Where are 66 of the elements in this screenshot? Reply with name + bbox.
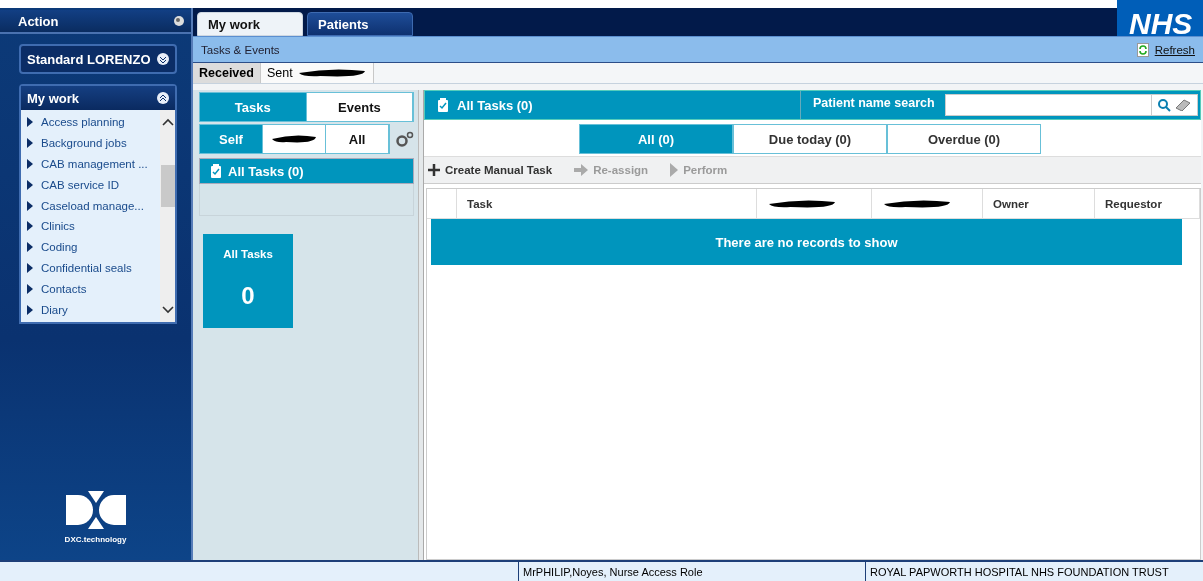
menu-item[interactable]: CAB service ID [21, 174, 160, 196]
menu-title: My work [27, 90, 79, 106]
eraser-icon[interactable] [1175, 99, 1191, 111]
menu-item[interactable]: Confidential seals [21, 257, 160, 279]
profile-selector[interactable]: Standard LORENZO [19, 44, 177, 74]
clipboard-check-icon [437, 98, 449, 112]
empty-message: There are no records to show [431, 219, 1182, 265]
sub-tab[interactable]: Received [193, 63, 261, 83]
chevron-up-icon[interactable] [161, 118, 174, 126]
tab[interactable]: My work [197, 12, 303, 36]
refresh-icon [1136, 42, 1149, 57]
menu-item[interactable]: Access planning [21, 112, 160, 133]
column-header[interactable]: Requestor [1095, 189, 1200, 218]
sub-tab[interactable]: Sent [260, 63, 374, 83]
scrollbar[interactable] [160, 110, 175, 322]
menu-item[interactable]: Contacts [21, 278, 160, 300]
panel-title: Action [18, 13, 59, 29]
menu-item[interactable]: CAB management ... [21, 153, 160, 175]
triangle-icon [27, 304, 33, 315]
toolbar-button[interactable]: Create Manual Task [428, 164, 553, 176]
tile-count: 0 [241, 282, 255, 310]
settings-icon[interactable] [396, 131, 415, 147]
arrow-icon [574, 164, 589, 176]
tab[interactable]: Patients [307, 12, 413, 36]
triangle-icon [27, 117, 33, 128]
menu-item[interactable]: Coding [21, 236, 160, 258]
triangle-icon [27, 262, 33, 273]
plus-icon [428, 164, 440, 176]
menu-header[interactable]: My work [21, 86, 175, 110]
collapse-icon [157, 53, 169, 65]
menu-item[interactable]: Diary [21, 299, 160, 320]
status-text: MrPHILIP,Noyes, Nurse Access Role [518, 562, 865, 581]
triangle-icon [27, 221, 33, 232]
search-icon[interactable] [1158, 98, 1171, 112]
play-icon [670, 163, 679, 177]
toggle-button[interactable]: Events [306, 93, 414, 121]
search-label: Patient name search [812, 96, 936, 110]
filter-button[interactable]: Overdue (0) [887, 124, 1041, 154]
section-title: Tasks & Events [201, 43, 280, 56]
refresh-link[interactable]: Refresh [1136, 42, 1195, 57]
toggle-button[interactable] [263, 125, 327, 153]
logo-caption: DXC.technology [64, 534, 127, 544]
triangle-icon [27, 283, 33, 294]
triangle-icon [27, 138, 33, 149]
triangle-icon [27, 242, 33, 253]
clipboard-check-icon [210, 164, 222, 178]
menu-item[interactable]: Caseload manage... [21, 195, 160, 216]
pin-icon[interactable] [173, 15, 185, 27]
menu-item[interactable]: Clinics [21, 216, 160, 237]
scrollbar-thumb[interactable] [160, 165, 175, 207]
logo-drawing [63, 488, 128, 531]
list-title: All Tasks (0) [425, 91, 801, 119]
nhs-logo: NHS [1117, 0, 1203, 36]
toggle-button[interactable]: All [326, 125, 390, 153]
column-header[interactable]: Owner [983, 189, 1095, 218]
chevron-down-icon[interactable] [161, 305, 174, 314]
status-text: ROYAL PAPWORTH HOSPITAL NHS FOUNDATION TRUST [865, 562, 1203, 581]
filter-button[interactable]: Due today (0) [733, 124, 887, 154]
triangle-icon [27, 159, 33, 169]
triangle-icon [27, 200, 33, 211]
search-field[interactable] [944, 94, 1152, 116]
collapse-icon[interactable] [157, 92, 169, 104]
column-header[interactable]: Task [457, 189, 757, 218]
menu-item[interactable]: Background jobs [21, 132, 160, 154]
triangle-icon [27, 179, 33, 190]
tile-label: All Tasks [223, 248, 273, 260]
